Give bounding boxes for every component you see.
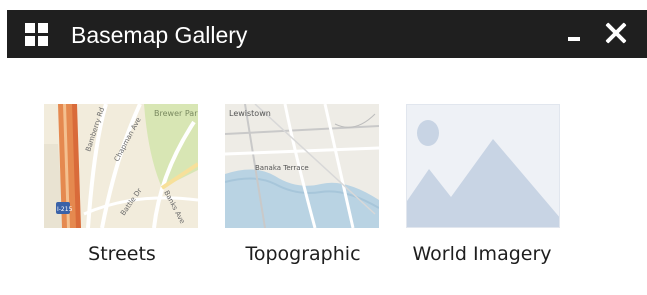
map-label: Banaka Terrace (255, 164, 309, 172)
basemap-label: World Imagery (412, 243, 552, 265)
image-placeholder-icon (406, 104, 560, 228)
streets-thumbnail: Brewer Park Bamberry Rd Chapman Ave Bank… (44, 104, 198, 228)
map-label: Lewistown (229, 109, 271, 118)
basemap-label: Streets (88, 243, 156, 265)
grid-icon (25, 23, 48, 46)
map-label: Brewer Park (154, 109, 198, 118)
basemap-label: Topographic (245, 243, 361, 265)
window-title: Basemap Gallery (71, 22, 248, 48)
minimize-icon[interactable] (564, 24, 584, 44)
close-icon[interactable] (604, 21, 628, 45)
highway-shield: I-215 (57, 206, 73, 213)
window-titlebar: Basemap Gallery (7, 10, 647, 58)
topographic-thumbnail: Lewistown Banaka Terrace (225, 104, 379, 228)
